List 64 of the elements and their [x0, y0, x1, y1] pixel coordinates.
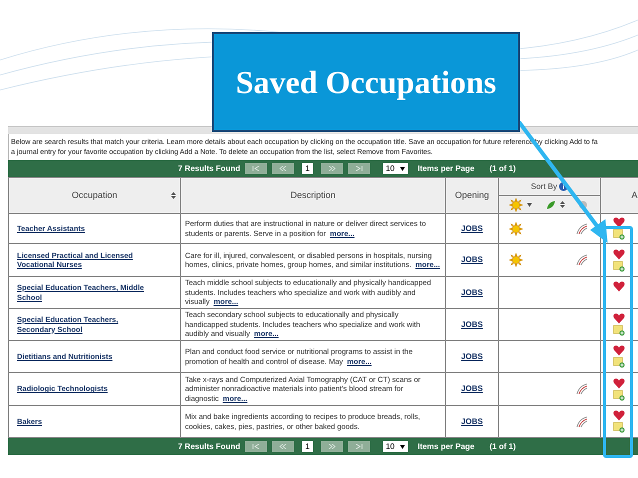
- sun-icon: [509, 253, 523, 267]
- jobs-link[interactable]: JOBS: [461, 288, 483, 297]
- heart-icon[interactable]: [613, 345, 625, 356]
- heart-icon[interactable]: [613, 248, 625, 260]
- items-per-page-label: Items per Page: [418, 440, 475, 452]
- items-per-page-label: Items per Page: [418, 162, 475, 174]
- heart-icon[interactable]: [613, 378, 625, 388]
- last-page-button[interactable]: [348, 441, 370, 452]
- heart-icon[interactable]: [613, 217, 625, 228]
- sort-by-header: Sort By: [498, 178, 600, 196]
- note-add-icon[interactable]: [613, 422, 625, 433]
- page-count: (1 of 1): [490, 440, 516, 452]
- description-header: Description: [180, 178, 446, 214]
- feather-icon: [576, 416, 588, 428]
- feather-icon: [576, 222, 588, 234]
- per-page-select[interactable]: 10: [382, 441, 408, 452]
- previous-page-button[interactable]: [272, 441, 294, 452]
- arrow-icon: [328, 444, 336, 449]
- feather-icon: [576, 254, 588, 266]
- actions-header: A: [600, 178, 638, 214]
- next-page-button[interactable]: [320, 441, 343, 452]
- leaf-icon[interactable]: [546, 200, 556, 210]
- heart-icon[interactable]: [613, 313, 625, 324]
- heart-icon[interactable]: [613, 410, 625, 421]
- first-page-button[interactable]: [245, 163, 268, 174]
- arrow-icon: [354, 444, 363, 449]
- occupation-header[interactable]: Occupation: [8, 178, 180, 214]
- jobs-link[interactable]: JOBS: [461, 320, 483, 329]
- caret-icon[interactable]: [527, 202, 532, 206]
- next-page-button[interactable]: [320, 163, 343, 174]
- sun-icon: [509, 198, 523, 212]
- note-add-icon[interactable]: [613, 260, 625, 272]
- note-add-icon[interactable]: [613, 229, 625, 240]
- jobs-link[interactable]: JOBS: [461, 416, 483, 426]
- last-page-button[interactable]: [348, 163, 370, 174]
- note-add-icon[interactable]: [613, 390, 625, 400]
- jobs-link[interactable]: JOBS: [461, 224, 483, 233]
- page-count: (1 of 1): [490, 162, 516, 174]
- arrow-icon: [354, 166, 363, 171]
- arrow-icon: [279, 444, 288, 449]
- jobs-link[interactable]: JOBS: [461, 255, 483, 264]
- previous-page-button[interactable]: [272, 163, 294, 174]
- per-page-select[interactable]: 10: [382, 163, 408, 174]
- page-input[interactable]: 1: [302, 163, 313, 174]
- sun-icon: [509, 222, 523, 236]
- feather-icon: [576, 383, 588, 395]
- caret-icon: [400, 166, 405, 170]
- jobs-link[interactable]: JOBS: [461, 352, 483, 361]
- arrow-icon: [279, 166, 288, 171]
- arrow-icon: [252, 444, 260, 449]
- arrow-icon: [252, 166, 260, 171]
- jobs-link[interactable]: JOBS: [461, 384, 483, 394]
- heart-icon[interactable]: [613, 281, 625, 292]
- arrow-icon: [328, 166, 336, 171]
- note-add-icon[interactable]: [613, 357, 625, 368]
- callout-title: Saved Occupations: [236, 63, 496, 102]
- results-count: 7 Results Found: [178, 440, 240, 452]
- results-count: 7 Results Found: [178, 162, 240, 174]
- info-icon[interactable]: [559, 182, 568, 191]
- caret-icon: [400, 444, 405, 448]
- note-add-icon[interactable]: [613, 325, 625, 336]
- opening-header: Opening: [446, 178, 498, 214]
- page-input[interactable]: 1: [302, 441, 313, 452]
- first-page-button[interactable]: [245, 441, 268, 452]
